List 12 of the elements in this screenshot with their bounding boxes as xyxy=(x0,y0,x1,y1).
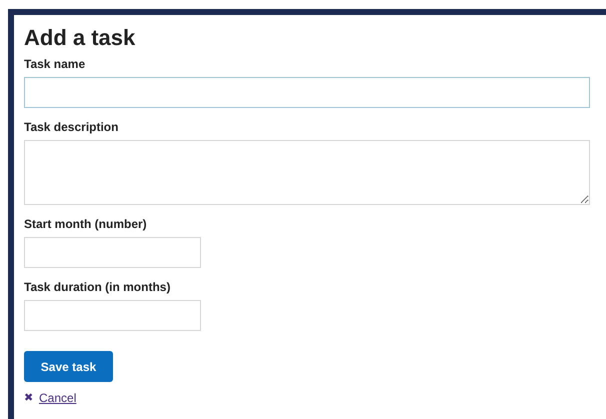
cancel-link[interactable]: Cancel xyxy=(39,391,76,405)
save-button[interactable]: Save task xyxy=(24,351,113,382)
field-label: Start month (number) xyxy=(24,217,148,232)
input-field[interactable] xyxy=(24,140,590,205)
field-label: Task name xyxy=(24,57,86,72)
input-field[interactable] xyxy=(24,300,201,331)
input-field[interactable] xyxy=(24,237,201,268)
field-label: Task description xyxy=(24,120,120,135)
form-title: Add a task xyxy=(24,24,136,52)
field-label: Task duration (in months) xyxy=(24,280,172,295)
close-icon: ✖ xyxy=(24,392,33,404)
input-field[interactable] xyxy=(24,77,590,108)
